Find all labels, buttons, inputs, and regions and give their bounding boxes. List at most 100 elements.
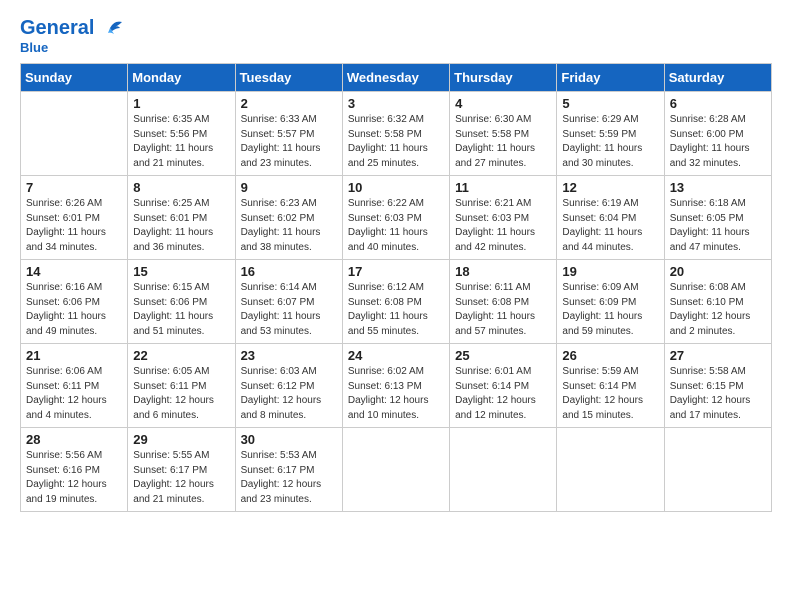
weekday-header-row: SundayMondayTuesdayWednesdayThursdayFrid… [21,64,772,92]
page: General Blue SundayMondayTuesdayWednesda… [0,0,792,530]
day-info: Sunrise: 6:02 AM Sunset: 6:13 PM Dayligh… [348,365,444,423]
day-info: Sunrise: 6:06 AM Sunset: 6:11 PM Dayligh… [26,365,122,423]
day-info: Sunrise: 6:03 AM Sunset: 6:12 PM Dayligh… [241,365,337,423]
calendar-cell: 18 Sunrise: 6:11 AM Sunset: 6:08 PM Dayli… [450,260,557,344]
calendar-cell: 2 Sunrise: 6:33 AM Sunset: 5:57 PM Daylig… [235,92,342,176]
day-info: Sunrise: 6:30 AM Sunset: 5:58 PM Dayligh… [455,113,551,171]
calendar-cell: 14 Sunrise: 6:16 AM Sunset: 6:06 PM Dayli… [21,260,128,344]
day-number: 19 [562,264,658,279]
day-info: Sunrise: 6:16 AM Sunset: 6:06 PM Dayligh… [26,281,122,339]
day-info: Sunrise: 5:55 AM Sunset: 6:17 PM Dayligh… [133,449,229,507]
day-number: 2 [241,96,337,111]
logo-general-text: General [20,18,94,38]
day-info: Sunrise: 6:12 AM Sunset: 6:08 PM Dayligh… [348,281,444,339]
day-info: Sunrise: 6:21 AM Sunset: 6:03 PM Dayligh… [455,197,551,255]
day-info: Sunrise: 5:59 AM Sunset: 6:14 PM Dayligh… [562,365,658,423]
day-number: 26 [562,348,658,363]
weekday-header-monday: Monday [128,64,235,92]
calendar-cell: 10Sunrise: 6:22 AM Sunset: 6:03 PM Dayli… [342,176,449,260]
logo-blue-text: Blue [20,40,48,55]
day-number: 24 [348,348,444,363]
day-number: 16 [241,264,337,279]
calendar-cell: 27Sunrise: 5:58 AM Sunset: 6:15 PM Dayli… [664,344,771,428]
day-info: Sunrise: 6:25 AM Sunset: 6:01 PM Dayligh… [133,197,229,255]
day-info: Sunrise: 6:05 AM Sunset: 6:11 PM Dayligh… [133,365,229,423]
calendar-cell: 6 Sunrise: 6:28 AM Sunset: 6:00 PM Daylig… [664,92,771,176]
day-info: Sunrise: 6:18 AM Sunset: 6:05 PM Dayligh… [670,197,766,255]
day-info: Sunrise: 6:33 AM Sunset: 5:57 PM Dayligh… [241,113,337,171]
calendar-week-1: 1Sunrise: 6:35 AM Sunset: 5:56 PM Daylig… [21,92,772,176]
day-info: Sunrise: 5:53 AM Sunset: 6:17 PM Dayligh… [241,449,337,507]
day-info: Sunrise: 5:56 AM Sunset: 6:16 PM Dayligh… [26,449,122,507]
day-number: 1 [133,96,229,111]
calendar-cell: 5 Sunrise: 6:29 AM Sunset: 5:59 PM Daylig… [557,92,664,176]
calendar-cell [450,428,557,512]
day-number: 29 [133,432,229,447]
calendar-cell: 3 Sunrise: 6:32 AM Sunset: 5:58 PM Daylig… [342,92,449,176]
day-info: Sunrise: 6:11 AM Sunset: 6:08 PM Dayligh… [455,281,551,339]
day-info: Sunrise: 6:28 AM Sunset: 6:00 PM Dayligh… [670,113,766,171]
day-number: 11 [455,180,551,195]
day-number: 3 [348,96,444,111]
day-info: Sunrise: 6:14 AM Sunset: 6:07 PM Dayligh… [241,281,337,339]
day-info: Sunrise: 6:29 AM Sunset: 5:59 PM Dayligh… [562,113,658,171]
calendar-week-2: 7 Sunrise: 6:26 AM Sunset: 6:01 PM Daylig… [21,176,772,260]
calendar-cell: 24 Sunrise: 6:02 AM Sunset: 6:13 PM Dayli… [342,344,449,428]
calendar-cell: 12 Sunrise: 6:19 AM Sunset: 6:04 PM Dayli… [557,176,664,260]
day-number: 30 [241,432,337,447]
day-info: Sunrise: 6:26 AM Sunset: 6:01 PM Dayligh… [26,197,122,255]
calendar-cell: 22 Sunrise: 6:05 AM Sunset: 6:11 PM Dayli… [128,344,235,428]
day-number: 27 [670,348,766,363]
calendar-cell [664,428,771,512]
day-number: 15 [133,264,229,279]
day-number: 9 [241,180,337,195]
calendar-cell: 26 Sunrise: 5:59 AM Sunset: 6:14 PM Dayli… [557,344,664,428]
logo-general: General [20,17,94,39]
day-number: 17 [348,264,444,279]
day-number: 8 [133,180,229,195]
day-info: Sunrise: 6:22 AM Sunset: 6:03 PM Dayligh… [348,197,444,255]
day-number: 22 [133,348,229,363]
day-number: 13 [670,180,766,195]
weekday-header-saturday: Saturday [664,64,771,92]
day-info: Sunrise: 6:32 AM Sunset: 5:58 PM Dayligh… [348,113,444,171]
calendar-week-4: 21Sunrise: 6:06 AM Sunset: 6:11 PM Dayli… [21,344,772,428]
calendar-week-3: 14 Sunrise: 6:16 AM Sunset: 6:06 PM Dayli… [21,260,772,344]
day-info: Sunrise: 6:19 AM Sunset: 6:04 PM Dayligh… [562,197,658,255]
day-info: Sunrise: 6:08 AM Sunset: 6:10 PM Dayligh… [670,281,766,339]
day-info: Sunrise: 6:23 AM Sunset: 6:02 PM Dayligh… [241,197,337,255]
calendar-cell: 29 Sunrise: 5:55 AM Sunset: 6:17 PM Dayli… [128,428,235,512]
logo-bird-icon [96,18,124,38]
day-number: 28 [26,432,122,447]
calendar-cell: 9 Sunrise: 6:23 AM Sunset: 6:02 PM Daylig… [235,176,342,260]
day-info: Sunrise: 6:01 AM Sunset: 6:14 PM Dayligh… [455,365,551,423]
calendar-cell: 15 Sunrise: 6:15 AM Sunset: 6:06 PM Dayli… [128,260,235,344]
day-number: 7 [26,180,122,195]
day-info: Sunrise: 6:15 AM Sunset: 6:06 PM Dayligh… [133,281,229,339]
day-number: 12 [562,180,658,195]
calendar-cell [342,428,449,512]
day-number: 4 [455,96,551,111]
calendar-cell: 20Sunrise: 6:08 AM Sunset: 6:10 PM Dayli… [664,260,771,344]
day-number: 23 [241,348,337,363]
calendar-cell: 19 Sunrise: 6:09 AM Sunset: 6:09 PM Dayli… [557,260,664,344]
calendar-cell: 1Sunrise: 6:35 AM Sunset: 5:56 PM Daylig… [128,92,235,176]
weekday-header-wednesday: Wednesday [342,64,449,92]
calendar-cell: 11 Sunrise: 6:21 AM Sunset: 6:03 PM Dayli… [450,176,557,260]
calendar-cell [21,92,128,176]
calendar-cell: 4 Sunrise: 6:30 AM Sunset: 5:58 PM Daylig… [450,92,557,176]
calendar-cell: 8 Sunrise: 6:25 AM Sunset: 6:01 PM Daylig… [128,176,235,260]
weekday-header-tuesday: Tuesday [235,64,342,92]
header: General Blue [20,18,772,55]
calendar-cell: 30 Sunrise: 5:53 AM Sunset: 6:17 PM Dayli… [235,428,342,512]
day-number: 18 [455,264,551,279]
day-number: 14 [26,264,122,279]
day-info: Sunrise: 6:09 AM Sunset: 6:09 PM Dayligh… [562,281,658,339]
calendar-cell: 21Sunrise: 6:06 AM Sunset: 6:11 PM Dayli… [21,344,128,428]
calendar: SundayMondayTuesdayWednesdayThursdayFrid… [20,63,772,512]
weekday-header-thursday: Thursday [450,64,557,92]
calendar-cell: 16 Sunrise: 6:14 AM Sunset: 6:07 PM Dayli… [235,260,342,344]
day-number: 5 [562,96,658,111]
logo: General Blue [20,18,124,55]
day-number: 6 [670,96,766,111]
